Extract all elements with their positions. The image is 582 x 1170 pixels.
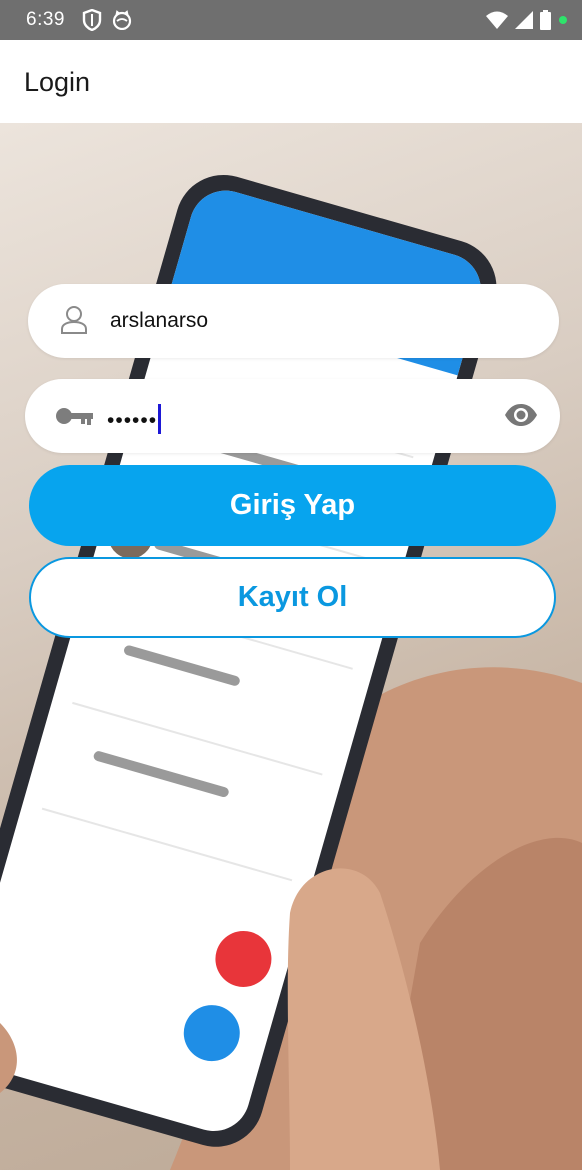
status-time: 6:39 [26, 9, 65, 30]
battery-icon [540, 10, 551, 30]
signal-icon [515, 11, 533, 29]
dot-icon [559, 16, 567, 24]
page-title: Login [24, 67, 91, 97]
login-button[interactable]: Giriş Yap [29, 465, 556, 546]
status-left-icons [82, 9, 132, 31]
text-caret [158, 404, 162, 434]
shield-icon [82, 9, 102, 31]
status-bar: 6:39 [0, 0, 582, 40]
eye-icon[interactable] [504, 403, 538, 427]
status-right-icons [486, 10, 568, 30]
password-field[interactable]: •••••• [25, 379, 560, 453]
cat-icon [112, 10, 132, 30]
password-value: •••••• [107, 404, 162, 434]
background-photo [0, 123, 582, 1170]
wifi-icon [486, 11, 508, 29]
person-icon [61, 306, 87, 334]
register-button[interactable]: Kayıt Ol [29, 557, 556, 638]
username-field[interactable]: arslanarso [28, 284, 559, 358]
app-bar: Login [0, 40, 582, 123]
phone-in-hand-illustration [0, 174, 582, 1170]
username-value: arslanarso [110, 309, 209, 332]
key-icon [56, 408, 93, 425]
